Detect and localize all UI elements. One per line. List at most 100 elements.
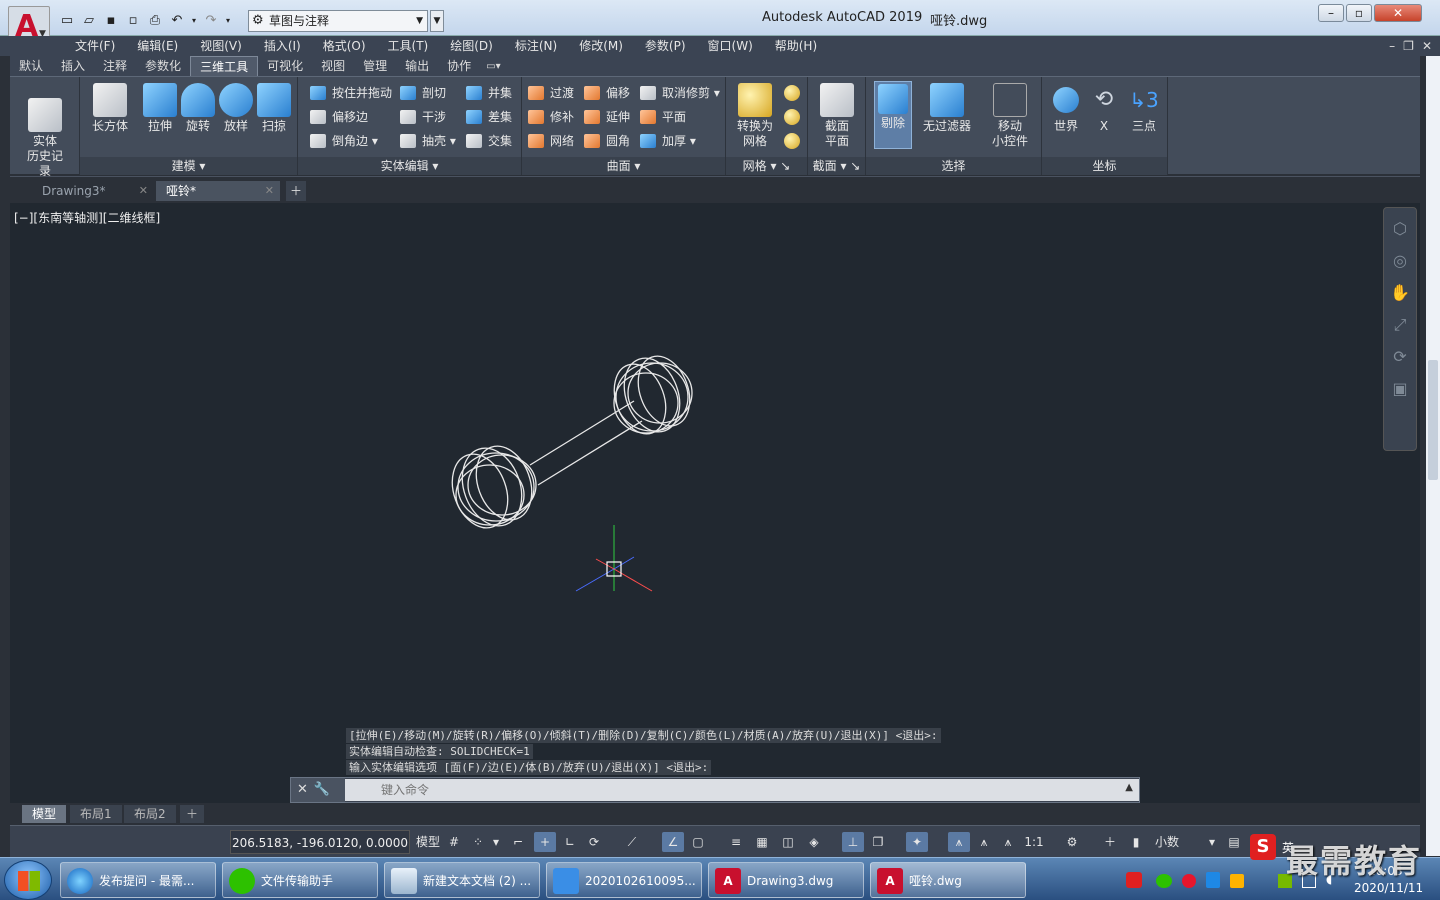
selection-filter-icon[interactable]: ❐: [868, 832, 888, 852]
extrude-button[interactable]: 拉伸: [140, 83, 180, 134]
menu-dimension[interactable]: 标注(N): [504, 36, 568, 56]
menu-view[interactable]: 视图(V): [189, 36, 253, 56]
sogou-ime-icon[interactable]: [1126, 872, 1142, 888]
isodraft-icon[interactable]: ⟋: [622, 832, 642, 852]
shield-icon[interactable]: [1206, 872, 1220, 888]
layout-tab-model[interactable]: 模型: [22, 805, 67, 823]
close-icon[interactable]: ✕: [139, 181, 148, 201]
doc-restore-icon[interactable]: ❐: [1403, 39, 1414, 53]
menu-help[interactable]: 帮助(H): [764, 36, 828, 56]
taskbar-item-video[interactable]: 2020102610095...: [546, 862, 702, 898]
minimize-button[interactable]: –: [1318, 4, 1344, 22]
mesh-small-icon-2[interactable]: [784, 109, 800, 125]
zoom-icon[interactable]: ⤢: [1388, 314, 1412, 336]
file-tab-dumbbell[interactable]: 哑铃* ✕: [156, 181, 280, 201]
tab-3d-tools[interactable]: 三维工具: [190, 56, 259, 76]
interfere-button[interactable]: 干涉: [400, 107, 446, 127]
save-icon[interactable]: ▪: [102, 13, 120, 29]
panel-coordinates-title[interactable]: 坐标: [1042, 157, 1167, 175]
taskbar-item-ie[interactable]: 发布提问 - 最需...: [60, 862, 216, 898]
close-button[interactable]: ✕: [1374, 4, 1422, 22]
surface-offset-button[interactable]: 偏移: [584, 83, 630, 103]
panel-surface-title[interactable]: 曲面 ▾: [522, 157, 725, 175]
print-icon[interactable]: ⎙: [146, 13, 164, 29]
dynamic-ucs-icon[interactable]: ⊥: [842, 832, 864, 852]
weibo-icon[interactable]: [1182, 874, 1196, 888]
ortho-icon[interactable]: ∟: [560, 832, 580, 852]
untrim-button[interactable]: 取消修剪 ▾: [640, 83, 720, 103]
gizmo-icon[interactable]: ✦: [906, 832, 928, 852]
taskbar-item-dumbbell[interactable]: A 哑铃.dwg: [870, 862, 1026, 898]
panel-mesh-title[interactable]: 网格 ▾ ↘: [726, 157, 807, 175]
tab-collaborate[interactable]: 协作: [438, 56, 480, 76]
chevron-up-icon[interactable]: ▲: [1125, 782, 1133, 793]
redo-dropdown-icon[interactable]: ▾: [224, 13, 232, 29]
chamfer-edge-button[interactable]: 倒角边 ▾: [310, 131, 378, 151]
tab-visualize[interactable]: 可视化: [258, 56, 312, 76]
panel-section-title[interactable]: 截面 ▾ ↘: [808, 157, 865, 175]
tab-default[interactable]: 默认: [10, 56, 52, 76]
taskbar-item-drawing3[interactable]: A Drawing3.dwg: [708, 862, 864, 898]
annotation-scale-value[interactable]: 1:1: [1022, 832, 1046, 852]
steering-wheel-icon[interactable]: ◎: [1388, 250, 1412, 272]
taskbar-item-wechat[interactable]: 文件传输助手: [222, 862, 378, 898]
blend-button[interactable]: 过渡: [528, 83, 574, 103]
thicken-button[interactable]: 加厚 ▾: [640, 131, 696, 151]
lineweight-icon[interactable]: ≡: [726, 832, 746, 852]
pan-hand-icon[interactable]: ✋: [1388, 282, 1412, 304]
coordinate-readout[interactable]: 206.5183, -196.0120, 0.0000: [230, 830, 410, 854]
network-icon[interactable]: [1230, 874, 1244, 888]
snap-icon[interactable]: ⁘: [468, 832, 488, 852]
snap-dropdown-icon[interactable]: ▾: [490, 832, 502, 852]
revolve-button[interactable]: 旋转: [178, 83, 218, 134]
selection-cycling-icon[interactable]: ◫: [778, 832, 798, 852]
convert-to-mesh-button[interactable]: 转换为 网格: [732, 83, 778, 149]
layout-tab-layout2[interactable]: 布局2: [124, 805, 176, 823]
new-layout-button[interactable]: ＋: [180, 805, 205, 823]
menu-edit[interactable]: 编辑(E): [126, 36, 189, 56]
mesh-small-icon-3[interactable]: [784, 133, 800, 149]
layout-tab-layout1[interactable]: 布局1: [70, 805, 122, 823]
subtract-button[interactable]: 差集: [466, 107, 512, 127]
windows-start-icon[interactable]: [4, 860, 52, 900]
ribbon-toggle-icon[interactable]: ▭▾: [486, 61, 500, 72]
culling-button[interactable]: 剔除: [874, 81, 912, 149]
tab-manage[interactable]: 管理: [354, 56, 396, 76]
redo-icon[interactable]: ↷: [202, 13, 220, 29]
wechat-tray-icon[interactable]: [1156, 874, 1172, 888]
saveas-icon[interactable]: ▫: [124, 13, 142, 29]
menu-insert[interactable]: 插入(I): [253, 36, 312, 56]
ucs-3point-button[interactable]: ↳3 三点: [1124, 83, 1164, 134]
infer-constraints-icon[interactable]: ⌐: [508, 832, 528, 852]
polar-icon[interactable]: ⟳: [584, 832, 604, 852]
sweep-button[interactable]: 扫掠: [254, 83, 294, 134]
annotation-visibility-icon[interactable]: ⩚: [948, 832, 970, 852]
doc-minimize-icon[interactable]: –: [1389, 39, 1395, 53]
menu-file[interactable]: 文件(F): [64, 36, 126, 56]
annotation-monitor-icon[interactable]: ＋: [1100, 832, 1120, 852]
3d-osnap-icon[interactable]: ◈: [804, 832, 824, 852]
tab-insert[interactable]: 插入: [52, 56, 94, 76]
object-snap-icon[interactable]: ▢: [688, 832, 708, 852]
menu-modify[interactable]: 修改(M): [568, 36, 634, 56]
tab-output[interactable]: 输出: [396, 56, 438, 76]
scrollbar-thumb[interactable]: [1428, 360, 1438, 480]
panel-modeling-title[interactable]: 建模 ▾: [80, 157, 297, 175]
new-icon[interactable]: ▭: [58, 13, 76, 29]
units-value[interactable]: 小数: [1152, 832, 1182, 852]
menu-window[interactable]: 窗口(W): [697, 36, 764, 56]
menu-format[interactable]: 格式(O): [312, 36, 377, 56]
open-icon[interactable]: ▱: [80, 13, 98, 29]
box-button[interactable]: 长方体: [90, 83, 130, 134]
wrench-icon[interactable]: 🔧: [314, 782, 336, 797]
patch-button[interactable]: 修补: [528, 107, 574, 127]
network-button[interactable]: 网络: [528, 131, 574, 151]
no-filter-button[interactable]: 无过滤器: [920, 83, 974, 134]
viewcube-icon[interactable]: ⬡: [1388, 218, 1412, 240]
window-scrollbar[interactable]: [1426, 56, 1440, 856]
taskbar-item-notepad[interactable]: 新建文本文档 (2) ...: [384, 862, 540, 898]
grid-icon[interactable]: #: [444, 832, 464, 852]
extend-button[interactable]: 延伸: [584, 107, 630, 127]
units-icon[interactable]: ▮: [1126, 832, 1146, 852]
workspace-selector[interactable]: ⚙ 草图与注释 ▼: [248, 10, 428, 32]
